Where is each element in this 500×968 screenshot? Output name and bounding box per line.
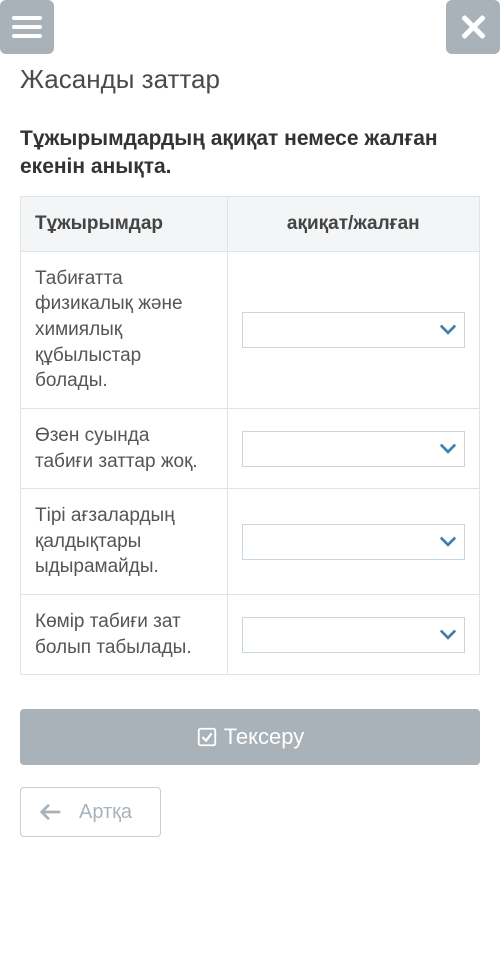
answer-select-1[interactable] [242, 312, 465, 348]
arrow-left-icon [39, 803, 61, 821]
statement-cell: Табиғатта физикалық және химиялық құбылы… [21, 251, 228, 408]
col-header-statements: Тұжырымдар [21, 196, 228, 251]
answer-select-4[interactable] [242, 617, 465, 653]
table-row: Көмір табиғи зат болып табылады. [21, 595, 480, 675]
table-row: Өзен суында табиғи заттар жоқ. [21, 408, 480, 488]
statement-cell: Өзен суында табиғи заттар жоқ. [21, 408, 228, 488]
back-button[interactable]: Артқа [20, 787, 161, 837]
col-header-truefalse: ақиқат/жалған [227, 196, 479, 251]
menu-button[interactable] [0, 0, 54, 54]
answer-cell [227, 251, 479, 408]
page-title: Жасанды заттар [0, 56, 500, 115]
top-bar [0, 0, 500, 56]
table-row: Табиғатта физикалық және химиялық құбылы… [21, 251, 480, 408]
close-icon [460, 14, 486, 40]
instruction-text: Тұжырымдардың ақиқат немесе жалған екені… [0, 115, 500, 196]
back-button-label: Артқа [79, 801, 132, 824]
check-square-icon [196, 726, 218, 748]
table-row: Тірі ағзалардың қалдықтары ыдырамайды. [21, 489, 480, 595]
answer-cell [227, 595, 479, 675]
quiz-table: Тұжырымдар ақиқат/жалған Табиғатта физик… [20, 196, 480, 676]
answer-cell [227, 408, 479, 488]
statement-cell: Тірі ағзалардың қалдықтары ыдырамайды. [21, 489, 228, 595]
answer-cell [227, 489, 479, 595]
hamburger-icon [12, 16, 42, 38]
check-button-label: Тексеру [224, 724, 305, 750]
answer-select-2[interactable] [242, 431, 465, 467]
close-button[interactable] [446, 0, 500, 54]
answer-select-3[interactable] [242, 524, 465, 560]
check-button[interactable]: Тексеру [20, 709, 480, 765]
statement-cell: Көмір табиғи зат болып табылады. [21, 595, 228, 675]
